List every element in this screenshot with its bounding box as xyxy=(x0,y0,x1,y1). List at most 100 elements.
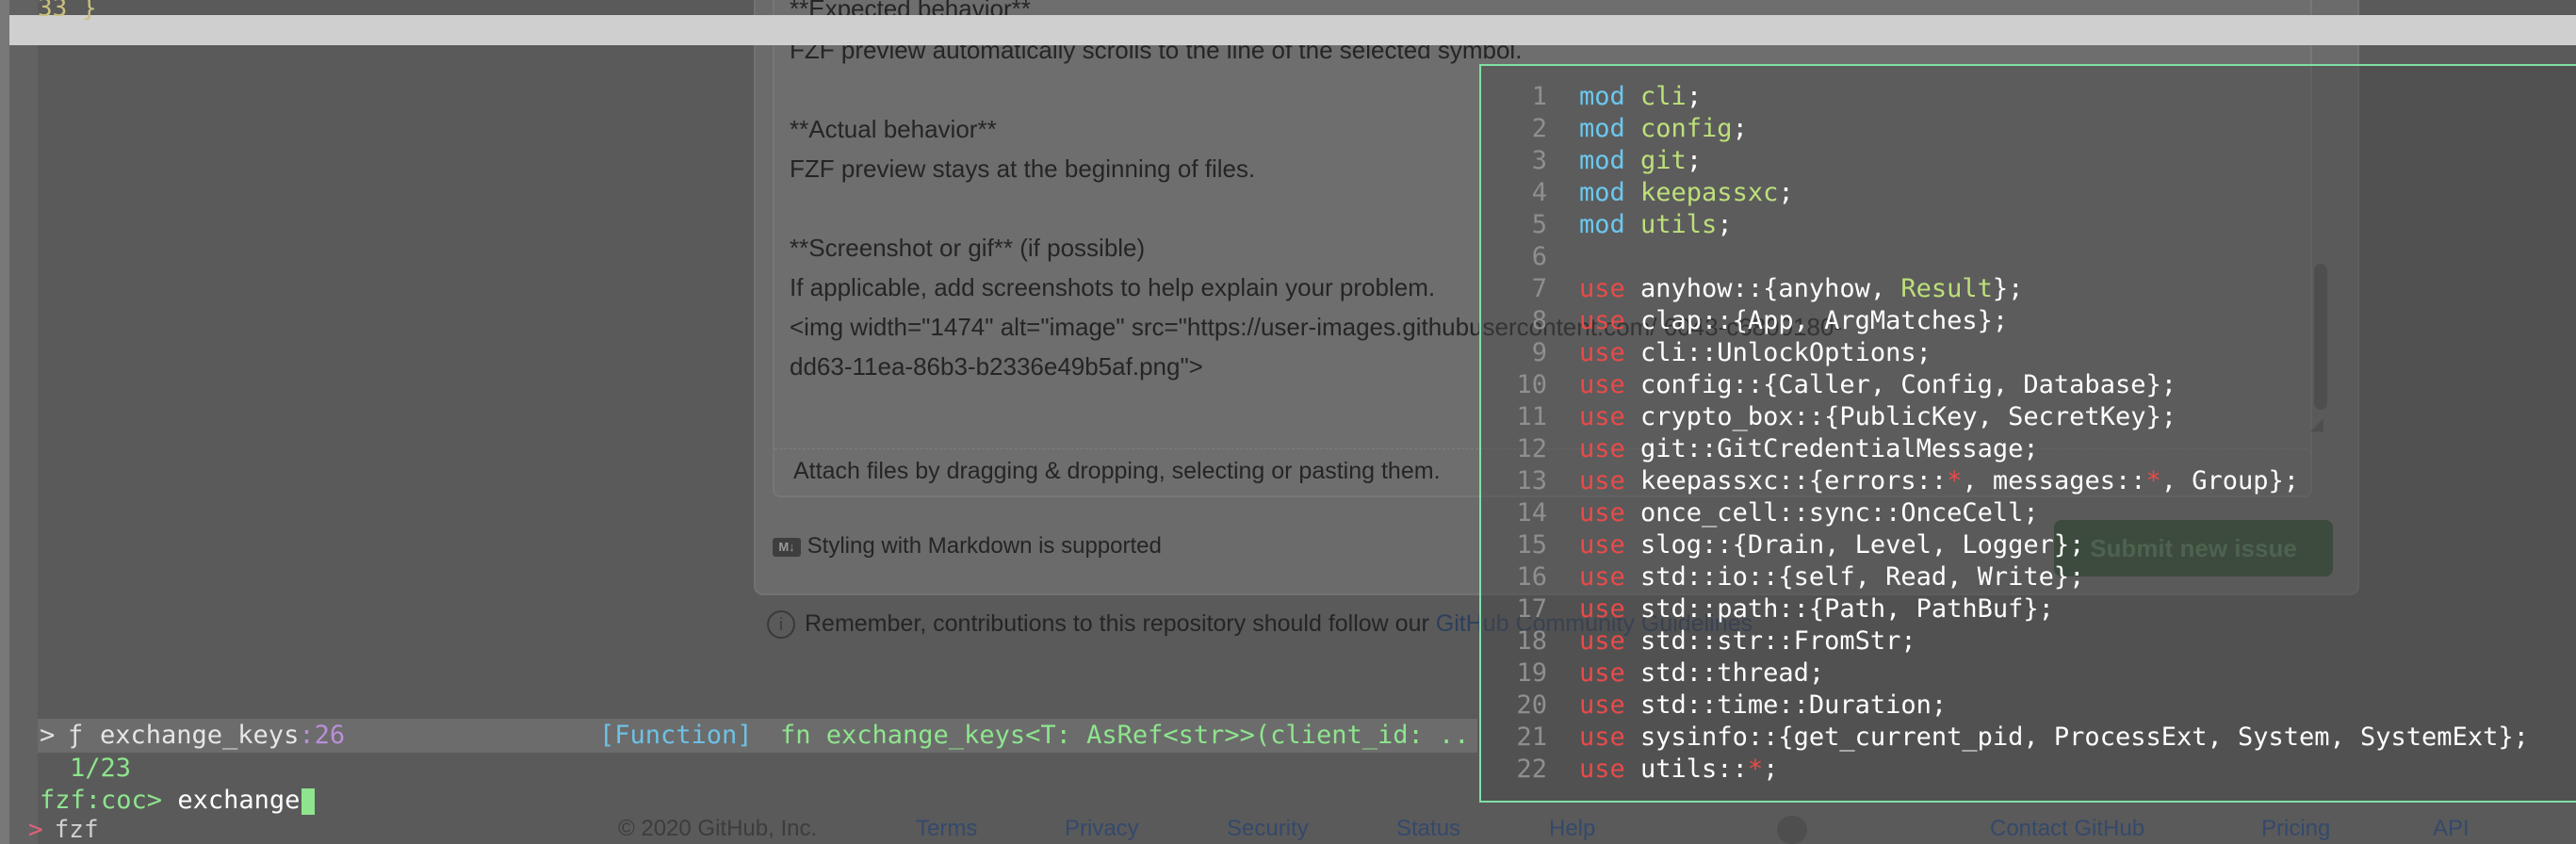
code-text: use keepassxc::{errors::*, messages::*, … xyxy=(1579,465,2299,497)
markdown-note: M↓ Styling with Markdown is supported xyxy=(773,533,1162,560)
code-token: clap::{App, ArgMatches}; xyxy=(1640,306,2009,335)
preview-line: 10 use config::{Caller, Config, Database}… xyxy=(1481,369,2576,401)
code-token: * xyxy=(1747,755,1764,784)
footer-copyright: © 2020 GitHub, Inc. xyxy=(618,816,818,841)
code-token: mod xyxy=(1579,82,1641,111)
line-number: 14 xyxy=(1516,498,1547,528)
code-text: use utils::*; xyxy=(1579,754,1778,786)
code-token: std::str::FromStr; xyxy=(1640,626,1916,656)
code-text: use once_cell::sync::OnceCell; xyxy=(1579,497,2039,529)
preview-line: 13 use keepassxc::{errors::*, messages::*… xyxy=(1481,465,2576,497)
line-number: 22 xyxy=(1516,755,1547,784)
footer-link-status[interactable]: Status xyxy=(1396,816,1460,842)
code-token: once_cell::sync::OnceCell; xyxy=(1640,498,2039,528)
issue-body-line: **Actual behavior** xyxy=(790,115,997,143)
code-token: use xyxy=(1579,626,1641,656)
code-token: git xyxy=(1640,146,1687,175)
preview-line: 15 use slog::{Drain, Level, Logger}; xyxy=(1481,529,2576,561)
preview-line: 5 mod utils; xyxy=(1481,209,2576,241)
issue-body-line: **Screenshot or gif** (if possible) xyxy=(790,234,1146,262)
code-token: mod xyxy=(1579,178,1641,207)
code-token: config::{Caller, Config, Database}; xyxy=(1640,370,2177,399)
footer-link-contact[interactable]: Contact GitHub xyxy=(1990,816,2144,842)
preview-line: 9 use cli::UnlockOptions; xyxy=(1481,337,2576,369)
code-token: Result xyxy=(1900,274,1993,303)
contrib-note-text: Remember, contributions to this reposito… xyxy=(805,610,1436,637)
code-text: use crypto_box::{PublicKey, SecretKey}; xyxy=(1579,401,2177,433)
code-text: use config::{Caller, Config, Database}; xyxy=(1579,369,2177,401)
line-number: 11 xyxy=(1516,402,1547,431)
code-token: std::path::{Path, PathBuf}; xyxy=(1640,594,2054,624)
preview-line: 21 use sysinfo::{get_current_pid, Process… xyxy=(1481,722,2576,754)
code-text: use anyhow::{anyhow, Result}; xyxy=(1579,273,2023,305)
code-text: mod utils; xyxy=(1579,209,1733,241)
line-number: 3 xyxy=(1531,146,1547,175)
fzf-item-signature: fn exchange_keys<T: AsRef<str>>(client_i… xyxy=(780,721,1470,750)
footer-link-terms[interactable]: Terms xyxy=(916,816,977,842)
code-token: use xyxy=(1579,498,1641,528)
code-token: utils xyxy=(1640,210,1718,239)
fzf-item[interactable]: exchange_keys:26 xyxy=(100,720,345,752)
code-token: cli xyxy=(1640,82,1687,111)
fzf-prompt[interactable]: fzf:coc> exchange xyxy=(40,785,316,817)
issue-body-line: FZF preview stays at the beginning of fi… xyxy=(790,154,1256,183)
code-token: use xyxy=(1579,562,1641,592)
code-text: use std::str::FromStr; xyxy=(1579,625,1916,657)
preview-line: 19 use std::thread; xyxy=(1481,657,2576,690)
fzf-match-count: 1/23 xyxy=(70,754,132,783)
code-text: use std::time::Duration; xyxy=(1579,690,1947,722)
code-token: use xyxy=(1579,466,1641,495)
code-text: use std::path::{Path, PathBuf}; xyxy=(1579,593,2054,625)
code-token: use xyxy=(1579,755,1641,784)
issue-body-line: dd63-11ea-86b3-b2336e49b5af.png"> xyxy=(790,352,1203,381)
code-token: ; xyxy=(1732,114,1748,143)
code-token: use xyxy=(1579,594,1641,624)
github-logo-icon[interactable] xyxy=(1777,816,1807,844)
code-token: cli::UnlockOptions; xyxy=(1640,338,1932,367)
code-token: anyhow::{anyhow, xyxy=(1640,274,1901,303)
code-token: , messages:: xyxy=(1962,466,2146,495)
function-kind-icon: ƒ xyxy=(68,721,84,750)
code-token: std::io::{self, Read, Write}; xyxy=(1640,562,2085,592)
footer-link-api[interactable]: API xyxy=(2433,816,2470,842)
code-token: crypto_box::{PublicKey, SecretKey}; xyxy=(1640,402,2177,431)
preview-line: 14 use once_cell::sync::OnceCell; xyxy=(1481,497,2576,529)
preview-line: 7 use anyhow::{anyhow, Result}; xyxy=(1481,273,2576,305)
preview-line: 1 mod cli; xyxy=(1481,81,2576,113)
line-number: 4 xyxy=(1531,178,1547,207)
editor-top-line: 33 } xyxy=(38,0,97,23)
line-number: 18 xyxy=(1516,626,1547,656)
issue-body-line: If applicable, add screenshots to help e… xyxy=(790,273,1436,301)
attach-hint[interactable]: Attach files by dragging & dropping, sel… xyxy=(793,458,1441,485)
footer-link-privacy[interactable]: Privacy xyxy=(1065,816,1139,842)
code-text: use std::thread; xyxy=(1579,657,1824,690)
code-token: use xyxy=(1579,690,1641,720)
code-token: use xyxy=(1579,722,1641,752)
code-token: ; xyxy=(1686,82,1703,111)
code-token: use xyxy=(1579,530,1641,560)
code-token: std::thread; xyxy=(1640,658,1825,688)
footer-link-help[interactable]: Help xyxy=(1549,816,1595,842)
preview-line: 2 mod config; xyxy=(1481,113,2576,145)
line-number: 13 xyxy=(1516,466,1547,495)
code-token: ; xyxy=(1778,178,1794,207)
preview-line: 3 mod git; xyxy=(1481,145,2576,177)
line-number: 20 xyxy=(1516,690,1547,720)
footer-link-security[interactable]: Security xyxy=(1227,816,1309,842)
terminal-status-line: > fzf xyxy=(28,816,99,844)
footer-link-pricing[interactable]: Pricing xyxy=(2261,816,2330,842)
code-text: mod keepassxc; xyxy=(1579,177,1794,209)
preview-code: 1 mod cli; 2 mod config; 3 mod git; 4 mod keepa… xyxy=(1481,81,2576,786)
line-number: 12 xyxy=(1516,434,1547,463)
markdown-note-text: Styling with Markdown is supported xyxy=(807,533,1162,559)
line-number: 8 xyxy=(1531,306,1547,335)
preview-line: 6 xyxy=(1481,241,2576,273)
line-number: 17 xyxy=(1516,594,1547,624)
fzf-preview-window[interactable]: 1 mod cli; 2 mod config; 3 mod git; 4 mod keepa… xyxy=(1479,64,2576,803)
fzf-item-name: exchange_keys xyxy=(100,721,300,750)
line-number: 16 xyxy=(1516,562,1547,592)
fzf-query-input[interactable]: exchange xyxy=(177,786,300,815)
code-token: }; xyxy=(1992,274,2024,303)
line-number: 5 xyxy=(1531,210,1547,239)
preview-line: 17 use std::path::{Path, PathBuf}; xyxy=(1481,593,2576,625)
